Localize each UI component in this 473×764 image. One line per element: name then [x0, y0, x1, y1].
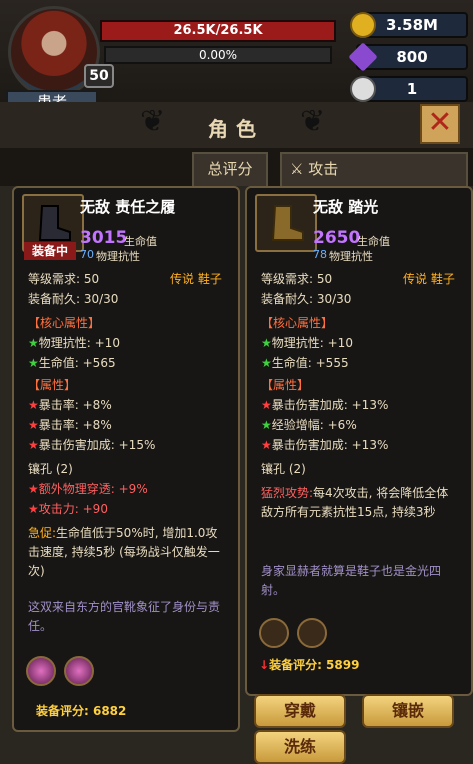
inlay-button[interactable]: 镶嵌 — [362, 694, 454, 728]
gold-coin-icon — [350, 12, 376, 38]
item-slot — [255, 194, 317, 252]
attr-header: 【属性】 — [261, 378, 310, 392]
item-res-value: 70 — [80, 248, 94, 261]
durability: 装备耐久: 30/30 — [261, 292, 352, 306]
ornament-left-icon: ❦ — [140, 104, 166, 139]
star-icon: ★ — [28, 418, 39, 432]
item-slot: 装备中 — [22, 194, 84, 260]
compare-item-name: 无敌 踏光 — [313, 198, 379, 216]
item-skill: 急促:生命值低于50%时, 增加1.0攻击速度, 持续5秒 (每场战斗仅触发一次… — [28, 524, 224, 581]
compare-item-card: 无敌 踏光 2650 生命值 78 物理抗性 等级需求: 50 传说 鞋子 装备… — [245, 186, 473, 696]
socket-gem-icon[interactable] — [64, 656, 94, 686]
empty-socket-icon[interactable] — [259, 618, 289, 648]
compare-res-value: 78 — [313, 248, 327, 261]
tab-total-score[interactable]: 总评分 — [192, 152, 268, 186]
star-icon: ★ — [261, 336, 272, 350]
skill-text: 生命值低于50%时, 增加1.0攻击速度, 持续5秒 (每场战斗仅触发一次) — [28, 526, 220, 578]
socket-stat: ★额外物理穿透: +9% — [28, 482, 148, 496]
skill-name: 急促: — [28, 526, 57, 540]
hp-bar: 26.5K/26.5K — [100, 20, 336, 42]
equipped-item-card: 装备中 无敌 责任之履 3015 生命值 70 物理抗性 等级需求: 50 传说… — [12, 186, 240, 732]
sword-icon: ⚔ — [290, 160, 309, 178]
star-icon: ★ — [261, 356, 272, 370]
durability: 装备耐久: 30/30 — [28, 292, 119, 306]
item-hp-value: 3015 — [80, 228, 128, 248]
item-name: 无敌 责任之履 — [80, 198, 176, 216]
core-header: 【核心属性】 — [28, 316, 101, 330]
core-stat: ★物理抗性: +10 — [28, 336, 120, 350]
page-title: 角色 — [208, 117, 264, 141]
tab-attack-label: 攻击 — [308, 160, 339, 178]
compare-res-label: 物理抗性 — [329, 250, 373, 263]
attr-stat: ★暴击伤害加成: +13% — [261, 438, 389, 452]
item-score: 装备评分: 6882 — [36, 704, 127, 718]
compare-skill: 猛烈攻势:每4次攻击, 将会降低全体敌方所有元素抗性15点, 持续3秒 — [261, 484, 457, 522]
item-res-label: 物理抗性 — [96, 250, 140, 263]
item-hp-label: 生命值 — [124, 235, 157, 248]
core-stat: ★生命值: +565 — [28, 356, 116, 370]
ornament-right-icon: ❦ — [300, 104, 326, 139]
socket-header: 镶孔 (2) — [28, 462, 73, 476]
level-requirement: 等级需求: 50 — [28, 272, 100, 286]
star-icon: ★ — [28, 398, 39, 412]
core-stat: ★生命值: +555 — [261, 356, 349, 370]
ram-horn-icon — [350, 76, 376, 102]
player-level-badge: 50 — [84, 64, 114, 88]
compare-score: ↓装备评分: 5899 — [259, 658, 360, 672]
star-icon: ★ — [28, 336, 39, 350]
compare-flavor-text: 身家显赫者就算是鞋子也是金光四射。 — [261, 564, 442, 597]
level-requirement: 等级需求: 50 — [261, 272, 333, 286]
item-flavor-text: 这双来自东方的官靴象征了身份与责任。 — [28, 600, 221, 633]
empty-socket-icon[interactable] — [297, 618, 327, 648]
equipped-badge: 装备中 — [24, 242, 76, 260]
socket-gem-icon[interactable] — [26, 656, 56, 686]
star-icon: ★ — [261, 438, 272, 452]
star-icon: ★ — [28, 502, 39, 516]
core-header: 【核心属性】 — [261, 316, 334, 330]
leather-boot-icon — [271, 205, 304, 241]
socket-stat: ★攻击力: +90 — [28, 502, 108, 516]
compare-hp-label: 生命值 — [357, 235, 390, 248]
attr-header: 【属性】 — [28, 378, 77, 392]
star-icon: ★ — [28, 482, 39, 496]
star-icon: ★ — [261, 398, 272, 412]
reroll-button[interactable]: 洗练 — [254, 730, 346, 764]
wear-button[interactable]: 穿戴 — [254, 694, 346, 728]
star-icon: ★ — [261, 418, 272, 432]
tab-attack[interactable]: ⚔ 攻击 — [280, 152, 468, 186]
core-stat: ★物理抗性: +10 — [261, 336, 353, 350]
attr-stat: ★暴击伤害加成: +15% — [28, 438, 156, 452]
item-type: 传说 鞋子 — [403, 272, 455, 286]
compare-hp-value: 2650 — [313, 228, 361, 248]
close-button[interactable]: ✕ — [420, 104, 460, 144]
black-boot-icon — [38, 205, 71, 241]
socket-header: 镶孔 (2) — [261, 462, 306, 476]
attr-stat: ★暴击伤害加成: +13% — [261, 398, 389, 412]
exp-bar: 0.00% — [104, 46, 332, 64]
attr-stat: ★暴击率: +8% — [28, 418, 112, 432]
attr-stat: ★经验增幅: +6% — [261, 418, 357, 432]
skill-name: 猛烈攻势: — [261, 486, 314, 500]
attr-stat: ★暴击率: +8% — [28, 398, 112, 412]
down-arrow-icon: ↓ — [259, 658, 270, 672]
star-icon: ★ — [28, 438, 39, 452]
item-type: 传说 鞋子 — [170, 272, 222, 286]
star-icon: ★ — [28, 356, 39, 370]
